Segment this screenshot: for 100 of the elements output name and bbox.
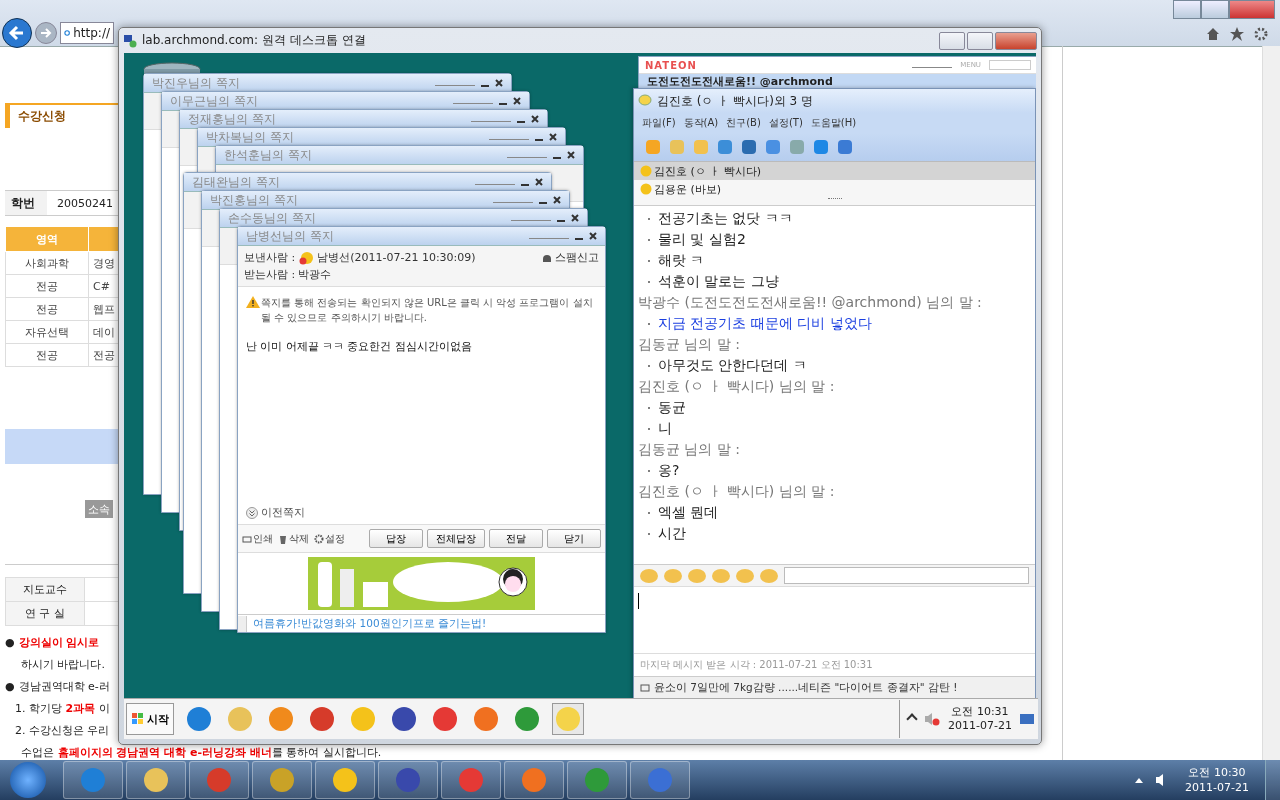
column-header: 영역 (5, 226, 89, 252)
close-button[interactable] (1229, 0, 1275, 19)
note-title: 김태완님의 쪽지 (192, 173, 280, 191)
close-icon[interactable] (553, 196, 561, 204)
chat-message: 물리 및 실험2 (658, 230, 746, 249)
close-icon[interactable] (549, 133, 557, 141)
close-icon[interactable] (571, 214, 579, 222)
clock-date: 2011-07-21 (1185, 780, 1249, 795)
bullet-mark: ● (5, 636, 15, 649)
settings-icon[interactable] (1254, 27, 1268, 41)
table-cell: 전공 (5, 343, 89, 367)
notice-text: 수업은 홈페이지의 경남권역 대학 e-러닝강좌 배너를 통하여 실시합니다. (21, 746, 382, 759)
note-button[interactable]: 닫기 (547, 529, 601, 548)
maximize-button[interactable] (1201, 0, 1229, 19)
student-id-label: 학번 (5, 191, 47, 215)
menu-item[interactable]: 도움말(H) (810, 116, 857, 130)
start-button[interactable] (10, 762, 46, 798)
chat-message: 지금 전공기초 때문에 디비 넣었다 (658, 314, 872, 333)
smiley-icon (640, 165, 652, 177)
note-title: 박진홍님의 쪽지 (210, 191, 298, 209)
back-button[interactable] (2, 18, 32, 48)
chat-message: 아무것도 안한다던데 ㅋ (658, 356, 807, 375)
menu-item[interactable]: 파일(F) (642, 116, 676, 130)
sender-name: 남병선(2011-07-21 10:30:09) (317, 250, 476, 265)
chat-bubble-icon (638, 94, 652, 108)
arrow-left-icon (8, 24, 26, 42)
chat-message: 동균 (658, 398, 686, 417)
note-button[interactable]: 답장 (369, 529, 423, 548)
muted-speaker-icon[interactable] (924, 712, 941, 726)
chat-message: 시간 (658, 524, 686, 543)
bullet-mark: ● (5, 680, 15, 693)
table-cell: 사회과학 (5, 251, 89, 275)
close-icon[interactable] (567, 151, 575, 159)
address-field[interactable]: http:// (60, 22, 114, 44)
notice-text: 1. 학기당 2과목 이 (15, 702, 110, 715)
clock-date: 2011-07-21 (948, 719, 1012, 733)
smiley-icon (298, 250, 315, 265)
status-message: 도전도전도전새로움!! @archmond (647, 75, 833, 88)
window-title: lab.archmond.com: 원격 데스크톱 연결 (142, 32, 366, 49)
menu-item[interactable]: 친구(B) (726, 116, 761, 130)
smiley-icon (640, 183, 652, 195)
note-button[interactable]: 전체답장 (427, 529, 485, 548)
show-desktop-button[interactable] (1265, 760, 1280, 800)
chat-title: 김진호 (ㅇ ㅏ 빡시다)외 3 명 (657, 92, 814, 110)
restore-button[interactable] (967, 31, 993, 50)
speaker-label: 김동균 님의 말 : (638, 441, 741, 457)
note-button[interactable]: 전달 (489, 529, 543, 548)
participant-item[interactable]: 김용운 (바보) (634, 180, 1035, 198)
menu-item[interactable]: 동작(A) (683, 116, 719, 130)
note-title: 박진우님의 쪽지 (152, 74, 240, 92)
previous-note-link[interactable]: 이전쪽지 (246, 505, 597, 520)
windows-logo-icon (131, 712, 145, 726)
start-button[interactable]: 시작 (126, 703, 174, 735)
chat-message: 니 (658, 419, 672, 438)
speaker-label: 김진호 (ㅇ ㅏ 빡시다) 님의 말 : (638, 378, 835, 394)
printer-icon (242, 533, 252, 544)
close-button[interactable] (995, 31, 1037, 50)
close-icon[interactable] (513, 97, 521, 105)
clock-time: 오전 10:30 (1188, 765, 1246, 780)
menu-item[interactable]: 설정(T) (768, 116, 803, 130)
chevron-down-icon (246, 506, 258, 519)
close-icon[interactable] (531, 115, 539, 123)
table-cell: 자유선택 (5, 320, 89, 344)
trash-icon (278, 533, 288, 544)
speaker-label: 김동균 님의 말 : (638, 336, 741, 352)
table-cell: 지도교수 (5, 577, 85, 602)
participant-item[interactable]: 김진호 (ㅇ ㅏ 빡시다) (634, 162, 1035, 180)
notice-text: 경남권역대학 e-러 (18, 680, 110, 693)
chat-message: 옹? (658, 461, 680, 480)
siren-icon (542, 253, 552, 262)
table-cell: 전공 (5, 297, 89, 321)
text-field[interactable] (784, 567, 1029, 584)
speaker-label: 김진호 (ㅇ ㅏ 빡시다) 님의 말 : (638, 483, 835, 499)
minimize-button[interactable] (939, 31, 965, 50)
scrollbar[interactable] (1262, 46, 1280, 760)
close-icon[interactable] (589, 232, 597, 240)
notice-text: 2. 수강신청은 우리 (15, 724, 110, 737)
notice-text: 강의실이 임시로 (18, 636, 100, 649)
warning-icon (246, 296, 260, 308)
close-icon[interactable] (495, 79, 503, 87)
note-title: 손수동님의 쪽지 (228, 209, 316, 227)
clock-time: 오전 10:31 (951, 705, 1009, 719)
chat-message: 석훈이 말로는 그냥 (658, 272, 779, 291)
toolbar-link[interactable]: 설정 (314, 531, 345, 546)
chat-message: 엑셀 뭔데 (658, 503, 719, 522)
chat-message: 전공기초는 없닷 ㅋㅋ (658, 209, 793, 228)
ticker-link[interactable]: 여름휴가!반값영화와 100원인기프로 즐기는법! (253, 616, 487, 631)
note-title: 남병선님의 쪽지 (246, 227, 334, 245)
news-icon (640, 683, 650, 693)
arrow-right-icon (40, 27, 52, 39)
close-icon[interactable] (535, 178, 543, 186)
toolbar-link[interactable]: 삭제 (278, 531, 309, 546)
star-icon[interactable] (1230, 27, 1244, 41)
speaker-label: 박광수 (도전도전도전새로움!! @archmond) 님의 말 : (638, 294, 982, 310)
toolbar-link[interactable]: 인쇄 (242, 531, 273, 546)
minimize-button[interactable] (1173, 0, 1201, 19)
chat-message: 해랏 ㅋ (658, 251, 705, 270)
forward-button[interactable] (35, 22, 57, 44)
spam-report-link[interactable]: 스팸신고 (542, 250, 599, 265)
home-icon[interactable] (1206, 27, 1220, 41)
